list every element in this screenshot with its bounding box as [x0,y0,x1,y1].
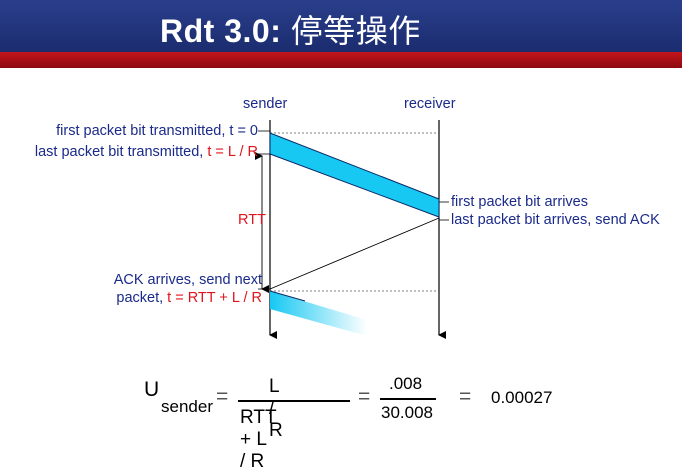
formula-eq3: = [459,385,472,408]
formula-result: 0.00027 [491,388,553,407]
packet-band [269,132,440,218]
formula-fraction-bar [238,400,350,402]
ack-line [269,217,440,290]
label-ack-line1: ACK arrives, send next [113,272,262,288]
label-ack-line2-prefix: packet, [116,290,168,306]
formula-eq2: = [358,385,371,408]
formula-den2: 30.008 [381,403,433,422]
label-last-arrives: last packet bit arrives, send ACK [451,212,660,228]
label-first-arrives: first packet bit arrives [451,194,588,210]
formula-u-subscript: sender [161,397,213,416]
sender-label: sender [243,96,288,112]
formula-u: U [144,378,160,401]
formula-num2: .008 [389,374,423,393]
formula-fraction-bar-2 [380,398,436,400]
label-ack-line2-eq: t = RTT + L / R [167,290,262,306]
formula-eq1: = [216,385,229,408]
receiver-label: receiver [404,96,456,112]
label-rtt: RTT [238,212,266,228]
label-last-sent: last packet bit transmitted, t = L / R [35,144,258,161]
formula-denominator: RTT + L / R [240,407,277,472]
label-last-sent-eq: t = L / R [207,144,258,160]
label-ack-line2: packet, t = RTT + L / R [116,290,262,307]
label-last-sent-prefix: last packet bit transmitted, [34,144,208,160]
next-packet-band [270,291,367,336]
label-first-sent: first packet bit transmitted, t = 0 [56,123,258,139]
